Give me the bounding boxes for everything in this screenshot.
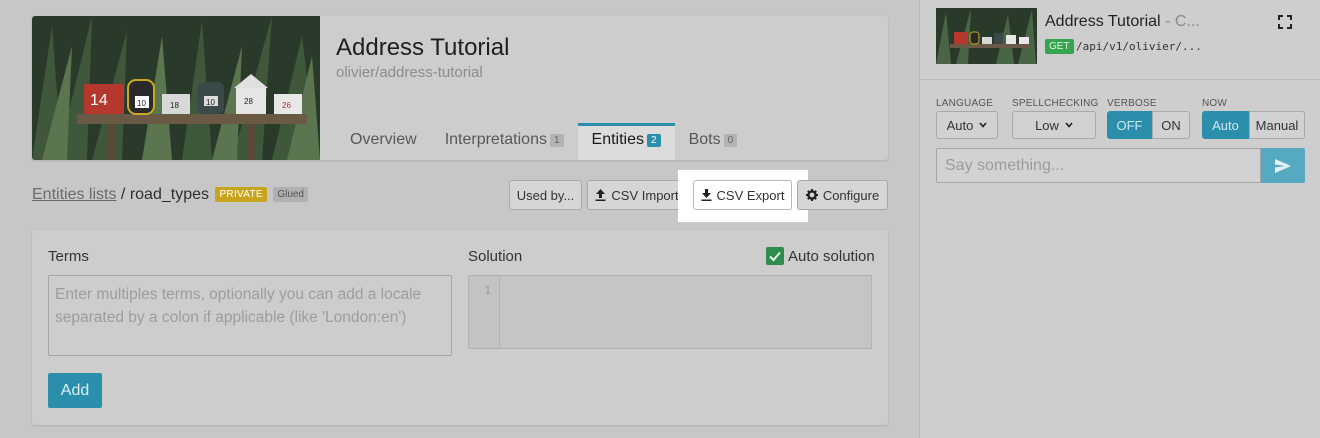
csv-export-button[interactable]: CSV Export [693, 180, 792, 210]
tab-label: Overview [350, 131, 417, 148]
upload-icon [595, 189, 606, 201]
gear-icon [805, 189, 818, 201]
language-select[interactable]: Auto [936, 111, 998, 139]
app-cover-image: 14 10 18 10 28 26 [32, 16, 320, 160]
breadcrumb-current: road_types [129, 186, 209, 203]
tab-count-badge: 0 [723, 134, 738, 147]
verbose-off-toggle[interactable]: OFF [1107, 111, 1152, 139]
solution-label: Solution [468, 248, 523, 265]
spellchecking-label: SPELLCHECKING [1012, 98, 1099, 109]
app-slug: olivier/address-tutorial [336, 64, 483, 81]
private-badge: PRIVATE [215, 187, 267, 202]
now-manual-toggle[interactable]: Manual [1249, 111, 1305, 139]
spellchecking-select[interactable]: Low [1012, 111, 1096, 139]
mailbox-number: 10 [206, 98, 215, 107]
app-tabs: Overview Interpretations 1 Entities 2 Bots… [336, 123, 751, 160]
tab-bots[interactable]: Bots 0 [675, 123, 752, 160]
add-button-label: Add [60, 381, 90, 399]
mailbox-number: 18 [170, 101, 179, 110]
check-icon [769, 251, 781, 262]
configure-button[interactable]: Configure [797, 180, 888, 210]
language-value: Auto [946, 117, 974, 133]
tab-interpretations[interactable]: Interpretations 1 [431, 123, 578, 160]
download-icon [701, 189, 712, 201]
app-title: Address Tutorial [336, 34, 510, 61]
tab-label: Bots [688, 131, 721, 148]
chevron-down-icon [979, 122, 987, 128]
console-header: Address Tutorial - C... GET /api/v1/oliv… [920, 0, 1320, 80]
now-manual-label: Manual [1255, 117, 1299, 133]
tab-entities[interactable]: Entities 2 [577, 123, 675, 160]
now-auto-toggle[interactable]: Auto [1202, 111, 1249, 139]
auto-solution-checkbox[interactable] [766, 247, 784, 265]
terms-textarea[interactable]: Enter multiples terms, optionally you ca… [48, 275, 452, 356]
csv-import-label: CSV Import [611, 187, 679, 203]
glued-badge: Glued [273, 187, 308, 202]
console-sidebar: Address Tutorial - C... GET /api/v1/oliv… [919, 0, 1320, 438]
tab-overview[interactable]: Overview [336, 123, 431, 160]
console-title-text: Address Tutorial [1045, 13, 1161, 30]
mailbox-number: 10 [137, 99, 146, 108]
line-number-gutter: 1 [469, 276, 500, 348]
entity-values-panel: Terms Enter multiples terms, optionally … [32, 230, 888, 425]
used-by-label: Used by... [516, 187, 575, 203]
verbose-off-label: OFF [1116, 117, 1143, 133]
line-number: 1 [484, 284, 491, 297]
mailbox-number: 14 [90, 92, 108, 109]
api-path: /api/v1/olivier/... [1076, 40, 1202, 53]
tab-label: Entities [591, 131, 644, 148]
app-header-card: 14 10 18 10 28 26 Address Tutorial olivi… [32, 16, 888, 160]
mailbox-number: 28 [244, 97, 253, 106]
breadcrumb: Entities lists / road_types PRIVATE Glue… [32, 186, 308, 204]
verbose-label: VERBOSE [1107, 98, 1157, 109]
mailbox-number: 26 [282, 101, 291, 110]
auto-solution-label: Auto solution [788, 248, 875, 265]
tab-count-badge: 1 [549, 134, 564, 147]
console-title-suffix: - C... [1165, 13, 1200, 30]
chevron-down-icon [1065, 122, 1073, 128]
csv-import-button[interactable]: CSV Import [587, 180, 687, 210]
http-method-badge: GET [1045, 39, 1074, 54]
configure-label: Configure [822, 187, 880, 203]
tab-count-badge: 2 [647, 134, 661, 147]
send-icon [1275, 158, 1291, 173]
verbose-on-label: ON [1161, 117, 1181, 133]
solution-code-editor[interactable]: 1 [468, 275, 872, 349]
add-button[interactable]: Add [48, 373, 102, 408]
now-label: NOW [1202, 98, 1228, 109]
terms-label: Terms [48, 248, 89, 265]
tab-label: Interpretations [444, 131, 547, 148]
used-by-button[interactable]: Used by... [509, 180, 582, 210]
csv-export-label: CSV Export [716, 187, 785, 203]
verbose-on-toggle[interactable]: ON [1152, 111, 1190, 139]
language-label: LANGUAGE [936, 98, 994, 109]
now-auto-label: Auto [1212, 117, 1239, 133]
app-thumbnail [936, 8, 1037, 64]
breadcrumb-entities-link[interactable]: Entities lists [32, 186, 116, 203]
expand-icon[interactable] [1278, 15, 1292, 29]
say-something-input[interactable]: Say something... [936, 148, 1261, 183]
console-app-title: Address Tutorial - C... [1045, 13, 1200, 31]
breadcrumb-separator: / [120, 186, 126, 203]
send-button[interactable] [1261, 148, 1305, 183]
spellchecking-value: Low [1035, 117, 1059, 133]
